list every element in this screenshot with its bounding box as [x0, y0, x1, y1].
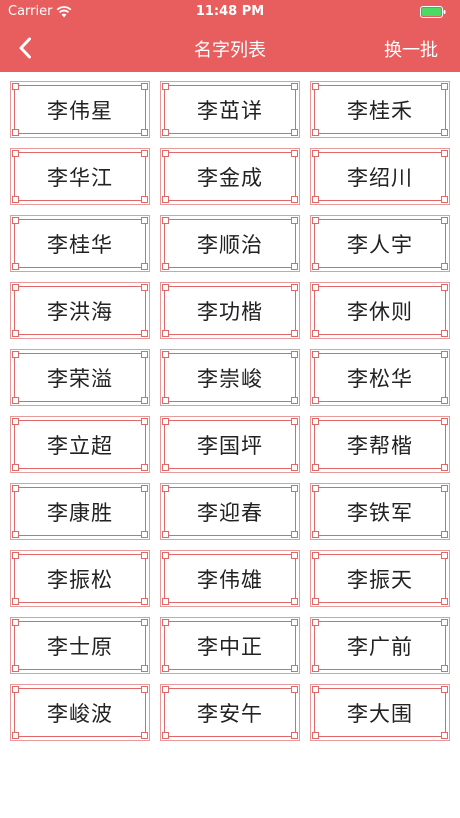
name-card[interactable]: 李大围 [310, 684, 450, 741]
name-label: 李洪海 [47, 299, 113, 324]
name-label: 李华江 [47, 165, 113, 190]
name-label: 李峻波 [47, 701, 113, 726]
name-label: 李桂华 [47, 232, 113, 257]
name-label: 李荣溢 [47, 366, 113, 391]
name-card[interactable]: 李士原 [10, 617, 150, 674]
name-card[interactable]: 李迎春 [160, 483, 300, 540]
name-card[interactable]: 李帮楷 [310, 416, 450, 473]
chevron-left-icon [19, 37, 31, 59]
name-label: 李人宇 [347, 232, 413, 257]
name-card[interactable]: 李崇峻 [160, 349, 300, 406]
name-label: 李伟星 [47, 98, 113, 123]
name-label: 李顺治 [197, 232, 263, 257]
name-card[interactable]: 李振天 [310, 550, 450, 607]
name-label: 李茁详 [197, 98, 263, 123]
name-card[interactable]: 李安午 [160, 684, 300, 741]
name-label: 李士原 [47, 634, 113, 659]
name-label: 李迎春 [197, 500, 263, 525]
name-card[interactable]: 李国坪 [160, 416, 300, 473]
nav-bar: 名字列表 换一批 [0, 24, 460, 72]
name-card[interactable]: 李桂禾 [310, 81, 450, 138]
name-card[interactable]: 李广前 [310, 617, 450, 674]
name-label: 李功楷 [197, 299, 263, 324]
name-grid: 李伟星 李茁详 李桂禾 李华江 李金成 李绍川 李桂华 李顺治 李人宇 李洪海 李功楷 李休则 李荣溢李… [10, 81, 450, 741]
name-card[interactable]: 李华江 [10, 148, 150, 205]
name-card[interactable]: 李金成 [160, 148, 300, 205]
name-card[interactable]: 李振松 [10, 550, 150, 607]
name-label: 李休则 [347, 299, 413, 324]
name-card[interactable]: 李伟雄 [160, 550, 300, 607]
name-card[interactable]: 李洪海 [10, 282, 150, 339]
name-label: 李松华 [347, 366, 413, 391]
name-card[interactable]: 李绍川 [310, 148, 450, 205]
name-card[interactable]: 李立超 [10, 416, 150, 473]
name-card[interactable]: 李铁军 [310, 483, 450, 540]
name-card[interactable]: 李功楷 [160, 282, 300, 339]
name-label: 李崇峻 [197, 366, 263, 391]
name-label: 李振天 [347, 567, 413, 592]
refresh-batch-button[interactable]: 换一批 [384, 36, 438, 62]
name-label: 李康胜 [47, 500, 113, 525]
clock: 11:48 PM [195, 4, 265, 19]
name-card[interactable]: 李松华 [310, 349, 450, 406]
name-label: 李绍川 [347, 165, 413, 190]
name-label: 李帮楷 [347, 433, 413, 458]
name-card[interactable]: 李康胜 [10, 483, 150, 540]
name-label: 李安午 [197, 701, 263, 726]
name-label: 李立超 [47, 433, 113, 458]
name-label: 李大围 [347, 701, 413, 726]
name-label: 李国坪 [197, 433, 263, 458]
name-label: 李中正 [197, 634, 263, 659]
name-card[interactable]: 李峻波 [10, 684, 150, 741]
name-card[interactable]: 李顺治 [160, 215, 300, 272]
name-card[interactable]: 李中正 [160, 617, 300, 674]
name-card[interactable]: 李伟星 [10, 81, 150, 138]
name-card[interactable]: 李荣溢 [10, 349, 150, 406]
name-label: 李铁军 [347, 500, 413, 525]
name-card[interactable]: 李人宇 [310, 215, 450, 272]
name-card[interactable]: 李桂华 [10, 215, 150, 272]
name-label: 李振松 [47, 567, 113, 592]
name-card[interactable]: 李休则 [310, 282, 450, 339]
header: Carrier 11:48 PM 名字列表 换一批 [0, 0, 460, 72]
name-card[interactable]: 李茁详 [160, 81, 300, 138]
battery-icon [420, 6, 446, 18]
status-bar: Carrier 11:48 PM [0, 0, 460, 24]
name-label: 李广前 [347, 634, 413, 659]
name-label: 李伟雄 [197, 567, 263, 592]
name-label: 李金成 [197, 165, 263, 190]
back-button[interactable] [10, 32, 40, 64]
name-label: 李桂禾 [347, 98, 413, 123]
